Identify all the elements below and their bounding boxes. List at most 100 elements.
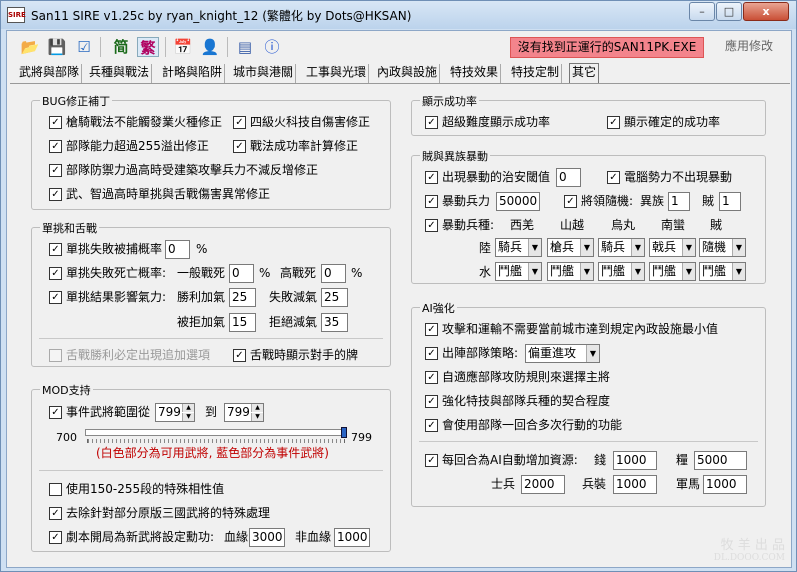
checkbox[interactable]: ✓ — [425, 219, 438, 232]
checkbox[interactable]: ✓ — [425, 419, 438, 432]
win-morale-input[interactable]: 25 — [229, 288, 256, 307]
calendar-icon[interactable]: 📅 — [172, 37, 194, 57]
tab-schemes-traps[interactable]: 計略與陷阱 — [160, 64, 226, 83]
info-icon[interactable]: ⓘ — [261, 37, 283, 57]
refuse-morale-input[interactable]: 35 — [321, 313, 348, 332]
horse-input[interactable]: 1000 — [703, 475, 747, 494]
range-from-spinner[interactable]: 799 ▲ ▼ — [155, 403, 195, 422]
maximize-button[interactable]: □ — [716, 2, 742, 21]
normal-death-input[interactable]: 0 — [229, 264, 254, 283]
checkbox[interactable]: ✓ — [425, 323, 438, 336]
checkbox[interactable]: ✓ — [49, 406, 62, 419]
checkbox[interactable]: ✓ — [49, 243, 62, 256]
tab-cities-ports[interactable]: 城市與港關 — [231, 64, 297, 83]
water-type-dropdown[interactable]: 鬥艦 ▼ — [699, 262, 746, 281]
tab-domestic[interactable]: 內政與設施 — [375, 64, 441, 83]
tab-other[interactable]: 其它 — [569, 63, 600, 83]
simplified-chinese-button[interactable]: 简 — [110, 37, 132, 57]
dropdown-value: 偏重進攻 — [528, 346, 577, 360]
checkbox[interactable]: ✓ — [49, 140, 62, 153]
checkbox[interactable] — [49, 483, 62, 496]
checkbox[interactable]: ✓ — [607, 116, 620, 129]
checkbox[interactable]: ✓ — [49, 291, 62, 304]
watermark-url: DL.DOOO.COM — [713, 553, 785, 563]
checkbox[interactable]: ✓ — [233, 349, 246, 362]
water-type-dropdown[interactable]: 鬥艦 ▼ — [598, 262, 645, 281]
apply-changes-button[interactable]: 應用修改 — [710, 37, 788, 58]
field-label: 非血緣 — [295, 530, 332, 544]
water-type-dropdown[interactable]: 鬥艦 ▼ — [547, 262, 594, 281]
land-type-dropdown[interactable]: 隨機 ▼ — [699, 238, 746, 257]
chevron-down-icon: ▼ — [682, 239, 695, 256]
soldier-input[interactable]: 2000 — [521, 475, 565, 494]
checkbox[interactable]: ✓ — [425, 195, 438, 208]
option-label: 將領隨機: — [581, 194, 634, 208]
tab-works-auras[interactable]: 工事與光環 — [304, 64, 370, 83]
option-label: 部隊防禦力過高時受建築攻擊兵力不減反增修正 — [66, 163, 319, 177]
checkbox[interactable]: ✓ — [49, 164, 62, 177]
up-arrow-icon[interactable]: ▲ — [251, 404, 263, 412]
checkbox[interactable]: ✓ — [49, 188, 62, 201]
minimize-button[interactable]: – — [689, 2, 715, 21]
checkbox[interactable]: ✓ — [425, 395, 438, 408]
tab-skill-custom[interactable]: 特技定制 — [509, 64, 563, 83]
land-type-dropdown[interactable]: 騎兵 ▼ — [598, 238, 645, 257]
checkbox[interactable]: ✓ — [425, 371, 438, 384]
bandit-leader-input[interactable]: 1 — [719, 192, 741, 211]
checkbox[interactable]: ✓ — [233, 116, 246, 129]
slider-thumb[interactable] — [341, 427, 347, 438]
main-panel: 📂 💾 ☑ 简 繁 📅 👤 ▤ ⓘ 沒有找到正運行的SAN11PK.EXE 應用… — [6, 30, 792, 568]
tab-officers-units[interactable]: 武將與部隊 — [17, 64, 83, 83]
percent-label: % — [351, 266, 363, 280]
water-type-dropdown[interactable]: 鬥艦 ▼ — [649, 262, 696, 281]
equipment-input[interactable]: 1000 — [613, 475, 657, 494]
group-title: MOD支持 — [40, 382, 93, 398]
food-input[interactable]: 5000 — [694, 451, 747, 470]
tab-troops-tactics[interactable]: 兵種與戰法 — [87, 64, 153, 83]
officer-face-icon[interactable]: 👤 — [199, 37, 221, 57]
checkbox[interactable]: ✓ — [425, 347, 438, 360]
alien-leader-input[interactable]: 1 — [668, 192, 690, 211]
strategy-dropdown[interactable]: 偏重進攻 ▼ — [525, 344, 600, 363]
checkbox[interactable]: ✓ — [49, 531, 62, 544]
checkbox[interactable]: ✓ — [49, 116, 62, 129]
close-button[interactable]: x — [743, 2, 789, 21]
group-title: AI強化 — [420, 300, 457, 316]
land-type-dropdown[interactable]: 戟兵 ▼ — [649, 238, 696, 257]
column-header: 南蠻 — [661, 218, 686, 232]
refused-morale-input[interactable]: 15 — [229, 313, 256, 332]
checkbox[interactable]: ✓ — [49, 267, 62, 280]
checkbox[interactable]: ✓ — [425, 454, 438, 467]
riot-troops-input[interactable]: 50000 — [496, 192, 540, 211]
range-to-spinner[interactable]: 799 ▲ ▼ — [224, 403, 264, 422]
checklist-icon[interactable]: ☑ — [73, 37, 95, 57]
nonblood-merit-input[interactable]: 1000 — [334, 528, 370, 547]
lose-morale-input[interactable]: 25 — [321, 288, 348, 307]
tab-skill-effects[interactable]: 特技效果 — [448, 64, 502, 83]
land-type-dropdown[interactable]: 騎兵 ▼ — [495, 238, 542, 257]
up-arrow-icon[interactable]: ▲ — [182, 404, 194, 412]
traditional-chinese-button[interactable]: 繁 — [137, 37, 159, 57]
land-type-dropdown[interactable]: 槍兵 ▼ — [547, 238, 594, 257]
save-icon[interactable]: 💾 — [46, 37, 68, 57]
down-arrow-icon[interactable]: ▼ — [251, 413, 263, 421]
checkbox[interactable]: ✓ — [49, 507, 62, 520]
gold-input[interactable]: 1000 — [613, 451, 657, 470]
checkbox[interactable]: ✓ — [607, 171, 620, 184]
high-death-input[interactable]: 0 — [321, 264, 346, 283]
title-bar[interactable]: SIRE San11 SIRE v1.25c by ryan_knight_12… — [1, 1, 796, 29]
checkbox[interactable]: ✓ — [564, 195, 577, 208]
checkbox-disabled[interactable] — [49, 349, 62, 362]
capture-rate-input[interactable]: 0 — [165, 240, 190, 259]
checkbox[interactable]: ✓ — [425, 116, 438, 129]
order-threshold-input[interactable]: 0 — [556, 168, 581, 187]
blood-merit-input[interactable]: 3000 — [249, 528, 285, 547]
down-arrow-icon[interactable]: ▼ — [182, 413, 194, 421]
checkbox[interactable]: ✓ — [233, 140, 246, 153]
water-type-dropdown[interactable]: 鬥艦 ▼ — [495, 262, 542, 281]
data-table-icon[interactable]: ▤ — [234, 37, 256, 57]
checkbox[interactable]: ✓ — [425, 171, 438, 184]
tab-divider — [10, 83, 790, 84]
officer-range-slider[interactable] — [85, 429, 347, 436]
open-folder-icon[interactable]: 📂 — [19, 37, 41, 57]
